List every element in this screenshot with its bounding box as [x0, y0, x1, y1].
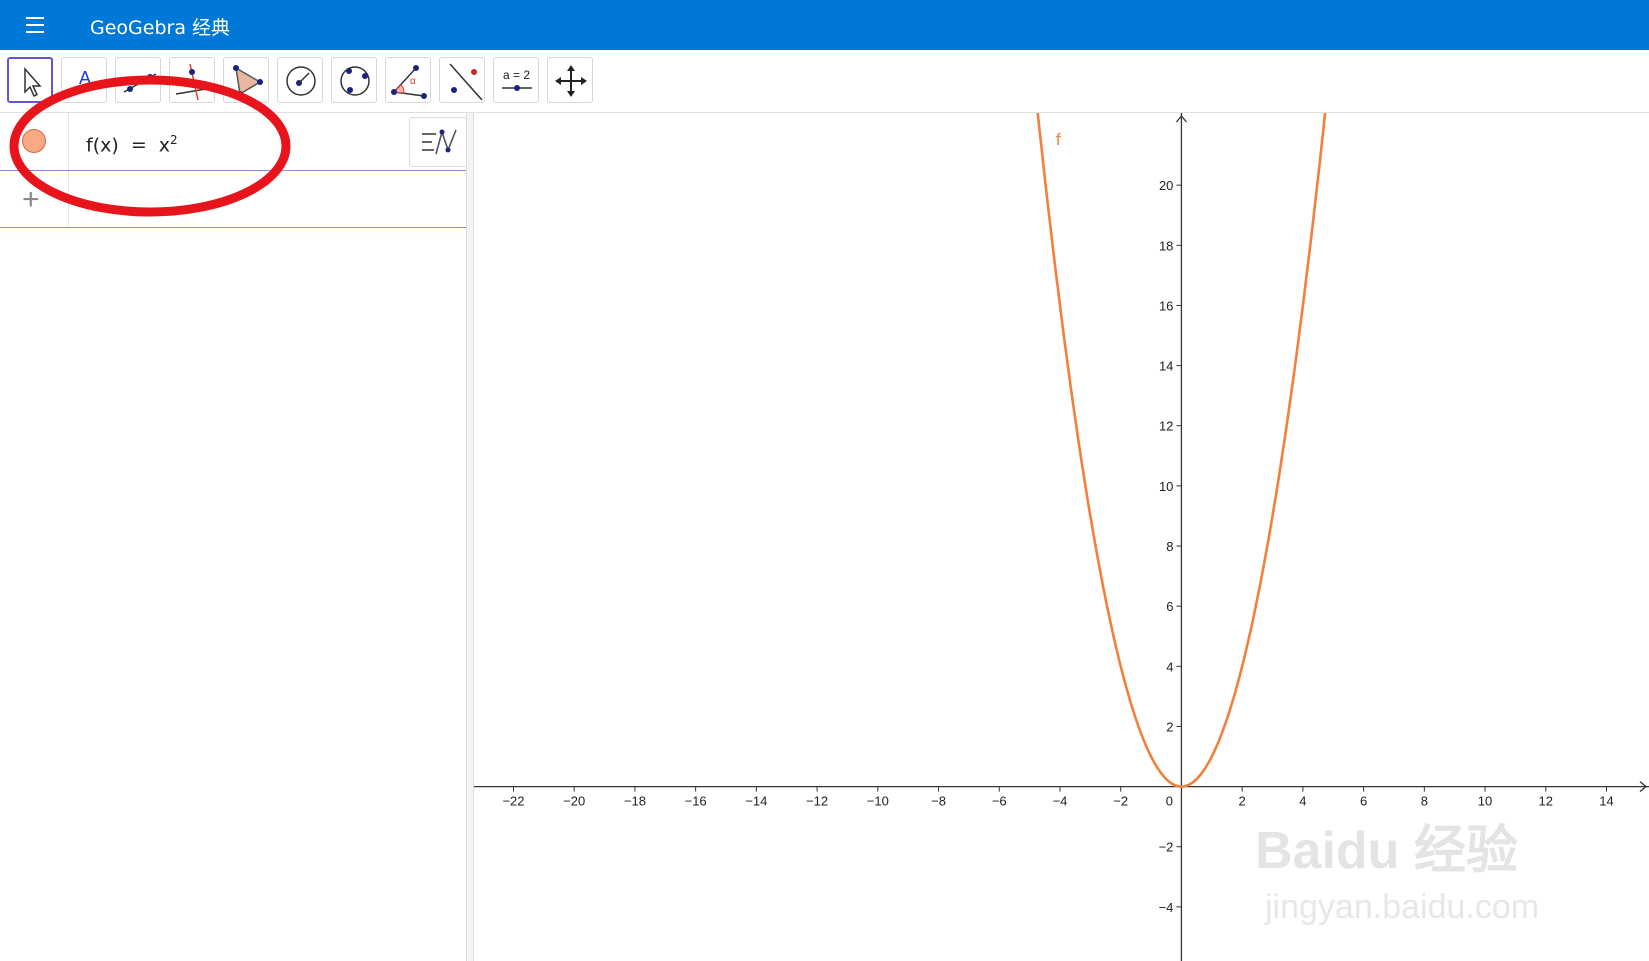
line-tool[interactable]: [115, 57, 161, 103]
x-tick-label: 12: [1539, 794, 1553, 809]
move-cross-icon: [555, 65, 587, 97]
x-tick-label: 10: [1478, 794, 1492, 809]
x-tick-label: −8: [931, 794, 946, 809]
x-tick-label: 8: [1421, 794, 1428, 809]
circle-three-points-icon: [340, 66, 370, 96]
polygon-icon: [233, 65, 263, 97]
app-title: GeoGebra 经典: [90, 17, 231, 39]
x-tick-label: −14: [745, 794, 767, 809]
x-tick-label: −2: [1113, 794, 1128, 809]
svg-text:A: A: [79, 68, 91, 88]
x-tick-label: −4: [1053, 794, 1068, 809]
y-tick-label: 2: [1166, 719, 1173, 734]
circle-center-point-tool[interactable]: [277, 57, 323, 103]
algebra-row[interactable]: f(x) = x2: [0, 113, 467, 171]
perpendicular-line-tool[interactable]: [169, 57, 215, 103]
toolbar: A α a = 2: [0, 50, 1649, 113]
function-label: f: [1056, 130, 1061, 149]
move-graphics-view-tool[interactable]: [547, 57, 593, 103]
reflect-line-icon: [449, 63, 483, 101]
y-tick-label: 16: [1159, 298, 1173, 313]
y-tick-label: 4: [1166, 659, 1173, 674]
x-tick-label: 14: [1599, 794, 1613, 809]
slider-tool[interactable]: a = 2: [493, 57, 539, 103]
x-tick-label: −22: [502, 794, 524, 809]
move-tool[interactable]: [7, 57, 53, 103]
equals-sign: =: [130, 134, 147, 157]
algebra-input-row[interactable]: +: [0, 171, 466, 228]
line-icon: [123, 73, 157, 93]
y-tick-label: 6: [1166, 599, 1173, 614]
function-lhs: f(x): [86, 134, 119, 157]
circle-center-icon: [286, 66, 316, 96]
perpendicular-icon: [175, 63, 213, 101]
graphics-view[interactable]: −22 −20 −18 −16 −14 −12 −10 −8 −6 −4 −2 0 2 4 6 8 10 12 14…: [474, 113, 1649, 961]
polygon-tool[interactable]: [223, 57, 269, 103]
circle-three-points-tool[interactable]: [331, 57, 377, 103]
x-tick-label: −18: [624, 794, 646, 809]
x-tick-label: 2: [1239, 794, 1246, 809]
function-exponent: 2: [170, 133, 178, 147]
function-definition[interactable]: f(x) = x2: [86, 133, 178, 156]
svg-text:a = 2: a = 2: [503, 68, 530, 82]
y-tick-label: 8: [1166, 539, 1173, 554]
algebra-view: f(x) = x2 +: [0, 113, 467, 961]
y-tick-label: 12: [1159, 419, 1173, 434]
angle-tool[interactable]: α: [385, 57, 431, 103]
y-tick-label: 20: [1159, 178, 1173, 193]
row-gutter: [0, 113, 69, 170]
reflect-tool[interactable]: [439, 57, 485, 103]
x-tick-label: −16: [685, 794, 707, 809]
x-tick-label: −10: [867, 794, 889, 809]
style-bar-icon: [422, 129, 457, 155]
x-tick-label: 0: [1166, 794, 1173, 809]
y-tick-label: 10: [1159, 479, 1173, 494]
angle-icon: α: [391, 65, 427, 99]
svg-text:α: α: [410, 76, 416, 87]
row-gutter: +: [0, 171, 69, 227]
arrow-cursor-icon: [24, 67, 42, 98]
y-tick-label: 18: [1159, 238, 1173, 253]
x-tick-label: −12: [806, 794, 828, 809]
visibility-toggle[interactable]: [22, 129, 46, 153]
x-tick-label: −20: [563, 794, 585, 809]
function-base: x: [158, 134, 171, 157]
y-tick-label: −4: [1159, 900, 1174, 915]
point-a-icon: A: [79, 68, 92, 91]
title-bar: GeoGebra 经典: [0, 0, 1649, 50]
graph-canvas[interactable]: −22 −20 −18 −16 −14 −12 −10 −8 −6 −4 −2 0 2 4 6 8 10 12 14…: [474, 113, 1649, 961]
add-plus-icon[interactable]: +: [22, 185, 40, 215]
y-tick-label: 14: [1159, 359, 1173, 374]
x-tick-label: −6: [992, 794, 1007, 809]
point-tool[interactable]: A: [61, 57, 107, 103]
hamburger-menu-icon[interactable]: [22, 12, 48, 38]
view-divider[interactable]: [466, 113, 474, 961]
y-tick-label: −2: [1159, 840, 1174, 855]
algebra-style-button[interactable]: [409, 117, 467, 167]
slider-icon: a = 2: [502, 68, 532, 91]
x-tick-label: 4: [1299, 794, 1306, 809]
x-tick-label: 6: [1360, 794, 1367, 809]
